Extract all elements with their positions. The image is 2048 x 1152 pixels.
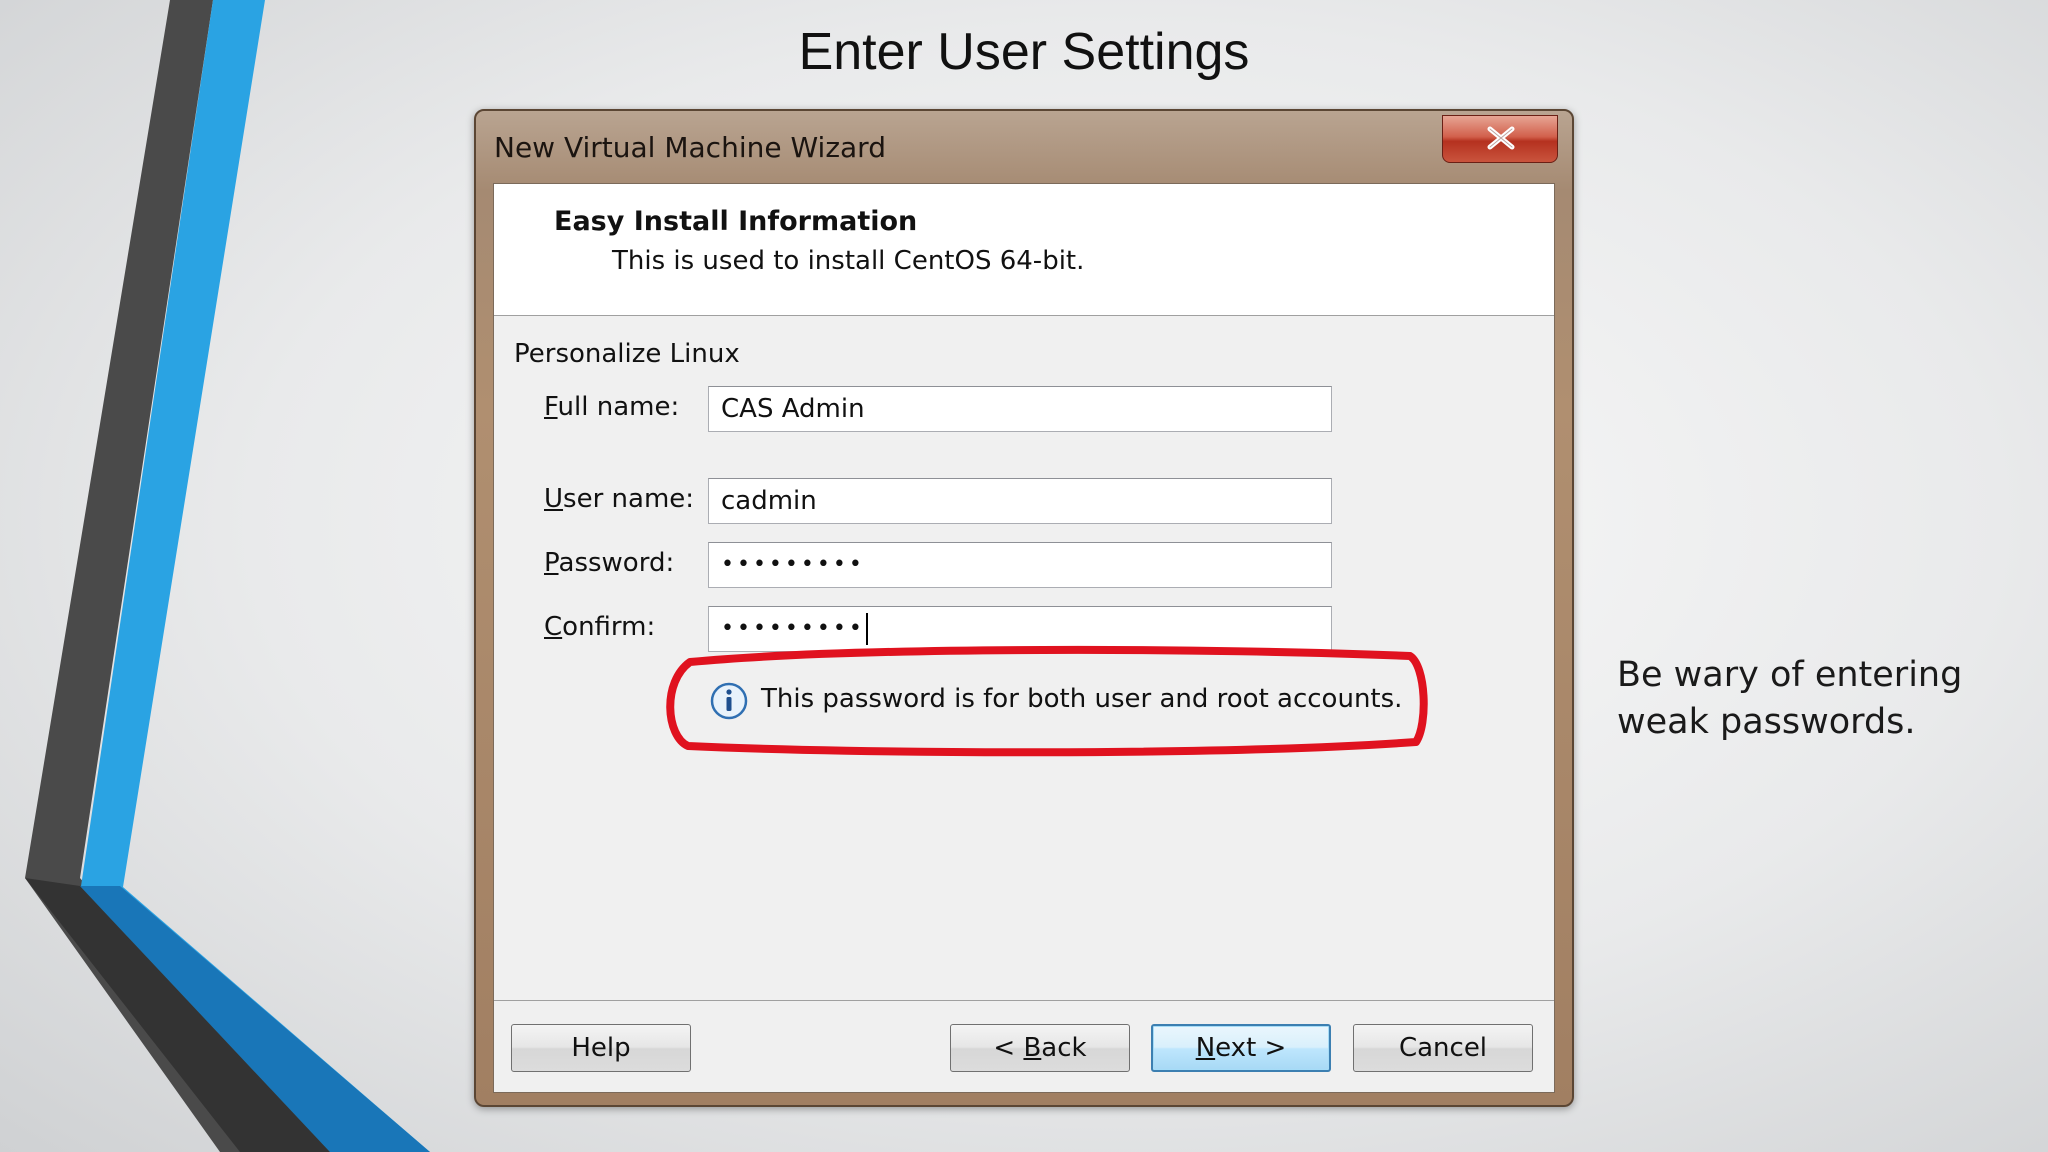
close-button[interactable] [1442, 115, 1558, 163]
confirm-label-accel: C [544, 612, 563, 642]
full-name-label-accel: F [544, 392, 558, 422]
help-button[interactable]: Help [511, 1024, 691, 1072]
header-subtitle: This is used to install CentOS 64-bit. [612, 246, 1085, 276]
close-icon [1487, 126, 1515, 150]
confirm-label: Confirm: [544, 612, 655, 642]
cancel-button[interactable]: Cancel [1353, 1024, 1533, 1072]
back-button-prefix: < [993, 1033, 1024, 1063]
wizard-window: New Virtual Machine Wizard Easy Install … [474, 109, 1574, 1107]
window-title: New Virtual Machine Wizard [494, 131, 886, 164]
footer-divider [494, 1000, 1554, 1001]
user-name-label: User name: [544, 484, 694, 514]
slide-title: Enter User Settings [798, 23, 1250, 81]
password-field[interactable]: ••••••••• [708, 542, 1332, 588]
confirm-label-text: onfirm: [562, 612, 656, 642]
text-caret [865, 613, 868, 645]
group-label: Personalize Linux [514, 339, 740, 369]
full-name-field[interactable]: CAS Admin [708, 386, 1332, 432]
next-button[interactable]: Next > [1151, 1024, 1331, 1072]
back-button[interactable]: < Back [950, 1024, 1130, 1072]
wizard-header: Easy Install Information This is used to… [494, 184, 1554, 316]
back-button-text: ack [1041, 1033, 1087, 1063]
user-name-label-accel: U [544, 484, 564, 514]
password-label-text: assword: [558, 548, 675, 578]
user-name-field[interactable]: cadmin [708, 478, 1332, 524]
full-name-label-text: ull name: [557, 392, 680, 422]
back-button-accel: B [1023, 1033, 1042, 1063]
full-name-label: Full name: [544, 392, 679, 422]
confirm-masked-value: ••••••••• [721, 616, 865, 641]
user-name-label-text: ser name: [563, 484, 695, 514]
next-button-accel: N [1195, 1033, 1216, 1063]
header-title: Easy Install Information [554, 206, 918, 237]
side-note: Be wary of entering weak passwords. [1617, 655, 1963, 742]
annotation-circle [666, 645, 1428, 757]
password-label-accel: P [544, 548, 559, 578]
wizard-client-area: Easy Install Information This is used to… [493, 183, 1555, 1093]
password-label: Password: [544, 548, 674, 578]
slide-decoration [25, 0, 430, 1152]
next-button-text: ext > [1215, 1033, 1287, 1063]
